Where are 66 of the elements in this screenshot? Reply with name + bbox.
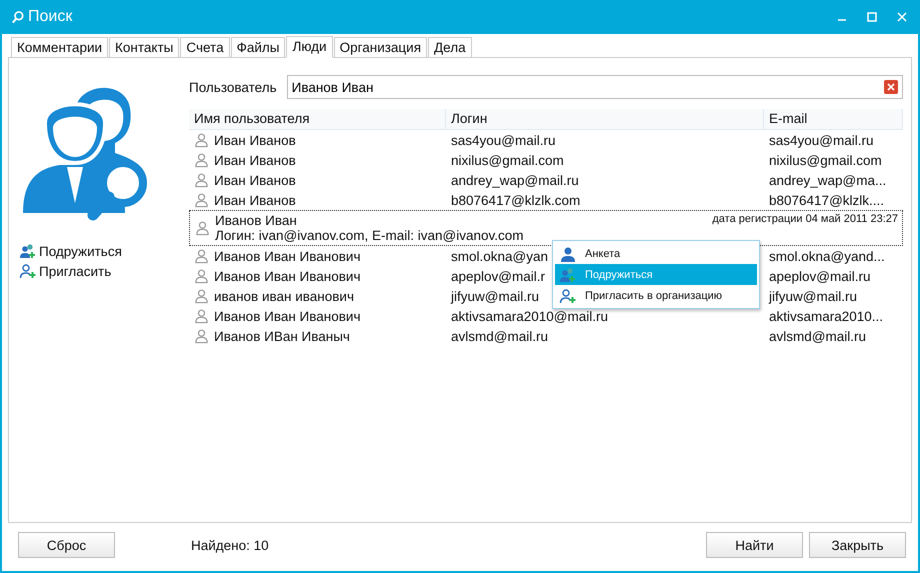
table-cell: jifyuw@mail.ru <box>451 288 539 304</box>
table-cell: jifyuw@mail.ru <box>769 288 857 304</box>
table-cell: aktivsamara2010... <box>769 308 884 324</box>
window-title: Поиск <box>28 8 72 26</box>
table-cell: Иванов Иван Иванович <box>214 308 360 324</box>
table-cell: andrey_wap@ma... <box>769 172 886 188</box>
tab[interactable]: Дела <box>428 37 472 57</box>
column-header[interactable]: Логин <box>446 109 764 129</box>
tab[interactable]: Люди <box>286 36 333 58</box>
reset-button[interactable]: Сброс <box>18 532 115 558</box>
search-field[interactable]: Иванов Иван <box>286 75 903 99</box>
person-icon <box>194 248 209 264</box>
column-header[interactable]: E-mail <box>764 109 903 129</box>
person-icon <box>559 246 577 262</box>
users-plus-icon <box>559 266 577 282</box>
table-cell: Иванов Иван Иванович <box>214 268 360 284</box>
table-cell: Иван Иванов <box>214 152 296 168</box>
table-cell: andrey_wap@mail.ru <box>451 172 579 188</box>
table-cell: nixilus@gmail.com <box>451 152 564 168</box>
person-icon <box>195 220 210 236</box>
table-cell: Иван Иванов <box>214 192 296 208</box>
users-plus-icon <box>19 243 37 259</box>
table-cell: nixilus@gmail.com <box>769 152 882 168</box>
table-cell: sas4you@mail.ru <box>769 132 874 148</box>
tab[interactable]: Комментарии <box>11 37 108 57</box>
user-name: Иванов Иван <box>215 213 297 228</box>
person-icon <box>194 192 209 208</box>
search-icon <box>12 10 24 24</box>
table-cell: Иванов ИВан Иваныч <box>214 328 350 344</box>
person-icon <box>194 152 209 168</box>
person-icon <box>194 268 209 284</box>
person-icon <box>194 288 209 304</box>
tab[interactable]: Файлы <box>230 37 286 57</box>
field-label: Пользователь <box>189 80 277 94</box>
tab[interactable]: Счета <box>180 37 230 57</box>
tab[interactable]: Контакты <box>109 37 180 57</box>
table-cell: apeplov@mail.r <box>451 268 545 284</box>
table-cell: aktivsamara2010@mail.ru <box>451 308 608 324</box>
table-cell: sas4you@mail.ru <box>451 132 556 148</box>
table-cell: b8076417@klzlk.... <box>769 192 884 208</box>
column-header[interactable]: Имя пользователя <box>189 109 446 129</box>
table-cell: smol.okna@yand... <box>769 248 885 264</box>
clear-icon[interactable] <box>884 80 898 94</box>
user-plus-icon <box>559 288 577 304</box>
table-cell: avlsmd@mail.ru <box>769 328 866 344</box>
table-cell: иванов иван иванович <box>214 288 354 304</box>
person-icon <box>194 132 209 148</box>
table-cell: Иван Иванов <box>214 132 296 148</box>
table-cell: Иванов Иван Иванович <box>214 248 360 264</box>
close-button[interactable]: Закрыть <box>809 532 906 558</box>
person-icon <box>194 172 209 188</box>
action-link[interactable]: Пригласить <box>19 263 122 279</box>
find-button[interactable]: Найти <box>706 532 803 558</box>
table-cell: avlsmd@mail.ru <box>451 328 548 344</box>
tab[interactable]: Организация <box>334 37 428 57</box>
user-plus-icon <box>19 263 37 279</box>
table-cell: apeplov@mail.ru <box>769 268 871 284</box>
table-cell: b8076417@klzlk.com <box>451 192 580 208</box>
action-link[interactable]: Подружиться <box>19 243 122 259</box>
registration-date: дата регистрации 04 май 2011 23:27 <box>712 213 898 227</box>
person-icon <box>194 308 209 324</box>
table-cell: smol.okna@yan <box>451 248 548 264</box>
person-icon <box>194 328 209 344</box>
status-text: Найдено: 10 <box>191 538 269 552</box>
table-cell: Иван Иванов <box>214 172 296 188</box>
user-details: Логин: ivan@ivanov.com, E-mail: ivan@ivanov.com <box>215 228 525 243</box>
